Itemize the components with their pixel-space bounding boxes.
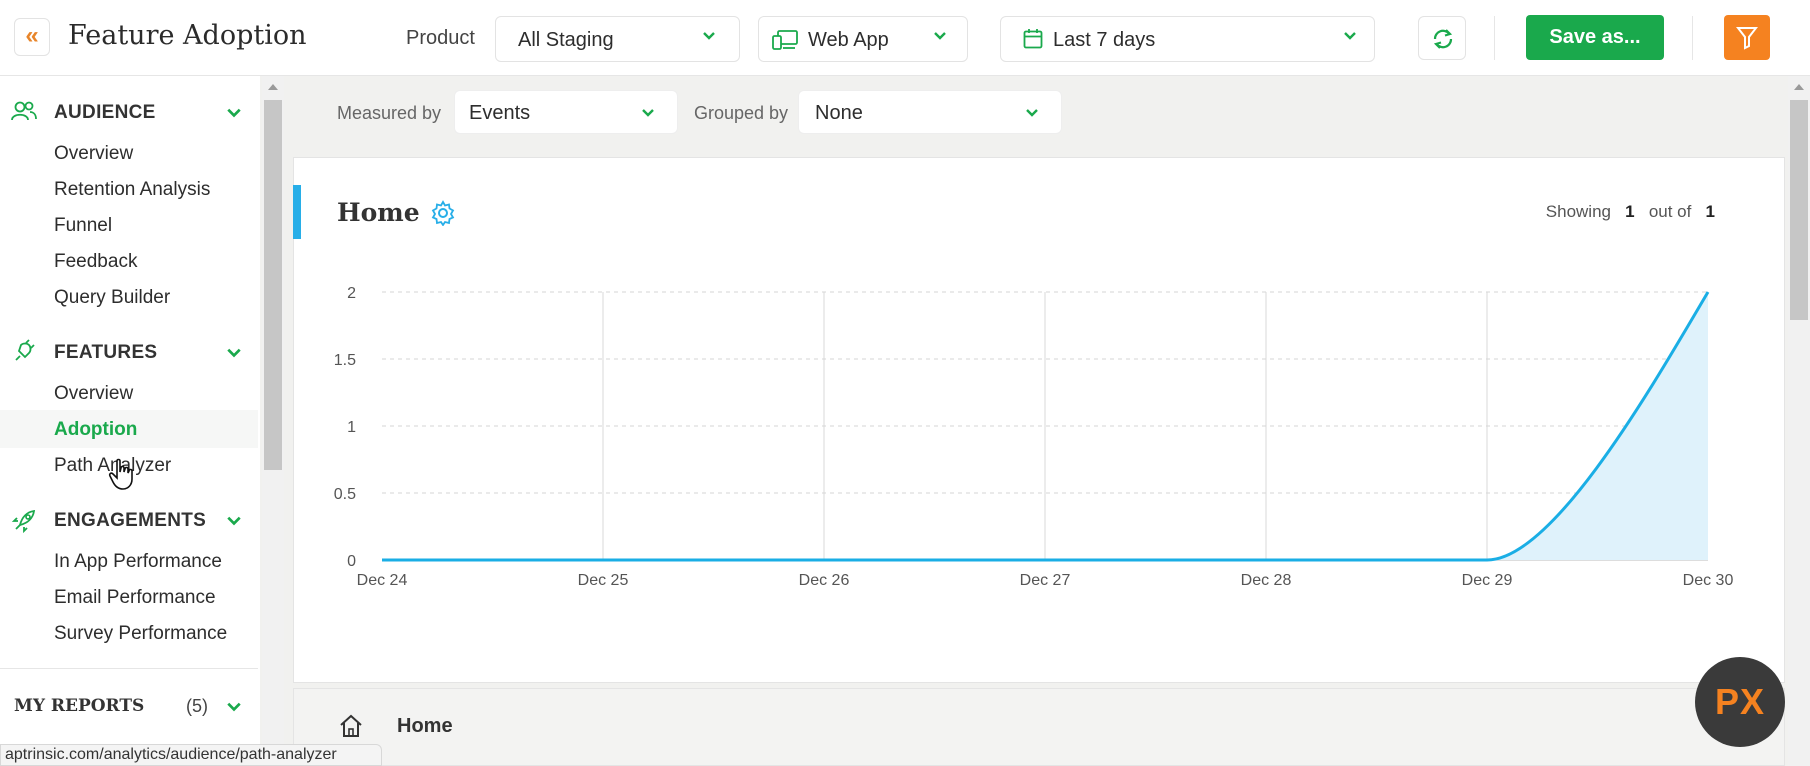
y-tick-label: 0 <box>347 553 356 570</box>
x-tick-label: Dec 27 <box>1020 572 1071 589</box>
x-tick-label: Dec 30 <box>1683 572 1734 589</box>
devices-icon <box>771 28 799 58</box>
chevron-down-icon <box>933 28 947 42</box>
grouped-by-value: None <box>815 102 863 124</box>
sidebar-item-audience-overview[interactable]: Overview <box>54 143 133 165</box>
chevron-down-icon <box>641 105 655 119</box>
rocket-icon <box>10 507 38 535</box>
y-tick-label: 2 <box>347 285 356 302</box>
chevron-down-icon <box>1025 105 1039 119</box>
product-dropdown[interactable]: All Staging <box>495 16 740 62</box>
x-tick-label: Dec 25 <box>578 572 629 589</box>
sidebar-divider <box>0 668 258 669</box>
chevron-down-icon[interactable] <box>226 512 242 528</box>
toolbar-divider <box>1692 16 1693 60</box>
status-url: aptrinsic.com/analytics/audience/path-an… <box>0 744 382 766</box>
x-tick-label: Dec 24 <box>357 572 408 589</box>
toolbar-divider <box>1494 16 1495 60</box>
app-dropdown-value: Web App <box>808 29 889 51</box>
sidebar-item-email-performance[interactable]: Email Performance <box>54 587 216 609</box>
measured-by-label: Measured by <box>337 103 442 123</box>
measured-by-dropdown[interactable]: Events <box>454 90 678 134</box>
showing-mid: out of <box>1648 202 1692 221</box>
section-audience[interactable]: AUDIENCE <box>54 102 156 124</box>
x-tick-label: Dec 26 <box>799 572 850 589</box>
chevron-down-icon[interactable] <box>226 104 242 120</box>
sidebar-scrollbar-thumb[interactable] <box>264 100 282 470</box>
app-dropdown[interactable]: Web App <box>758 16 968 62</box>
plug-icon <box>10 338 38 366</box>
collapse-sidebar-button[interactable]: « <box>14 18 50 56</box>
sidebar-item-survey-performance[interactable]: Survey Performance <box>54 623 227 645</box>
product-dropdown-value: All Staging <box>518 29 614 51</box>
home-icon <box>338 713 364 739</box>
sidebar-item-adoption[interactable]: Adoption <box>54 419 137 441</box>
sidebar-item-in-app-performance[interactable]: In App Performance <box>54 551 222 573</box>
scroll-up-arrow-icon[interactable] <box>1793 82 1805 92</box>
card-title: Home <box>337 198 420 227</box>
home-row-label: Home <box>397 715 453 737</box>
sidebar-item-query-builder[interactable]: Query Builder <box>54 287 170 309</box>
sidebar-item-retention-analysis[interactable]: Retention Analysis <box>54 179 210 201</box>
filter-icon <box>1735 26 1759 55</box>
chevron-down-icon <box>702 28 716 42</box>
product-label: Product <box>406 27 475 49</box>
y-tick-label: 1 <box>347 419 356 436</box>
save-as-button[interactable]: Save as... <box>1526 15 1664 60</box>
x-tick-label: Dec 28 <box>1241 572 1292 589</box>
showing-current: 1 <box>1625 202 1635 221</box>
home-table-row[interactable] <box>293 688 1785 766</box>
x-tick-label: Dec 29 <box>1462 572 1513 589</box>
showing-total: 1 <box>1705 202 1715 221</box>
section-engagements[interactable]: ENGAGEMENTS <box>54 510 206 532</box>
calendar-icon <box>1023 28 1043 56</box>
gear-icon[interactable] <box>430 200 456 227</box>
sidebar-item-funnel[interactable]: Funnel <box>54 215 112 237</box>
my-reports-count: (5) <box>186 696 208 716</box>
sidebar-item-features-overview[interactable]: Overview <box>54 383 133 405</box>
showing-count: Showing 1 out of 1 <box>1546 202 1715 222</box>
users-icon <box>10 98 38 126</box>
hand-cursor-icon <box>108 458 136 492</box>
chevron-down-icon[interactable] <box>226 344 242 360</box>
my-reports-heading[interactable]: MY REPORTS <box>14 696 144 716</box>
refresh-button[interactable] <box>1418 16 1466 60</box>
filter-button[interactable] <box>1724 15 1770 60</box>
chevron-down-icon <box>1343 28 1357 42</box>
page-title: Feature Adoption <box>68 20 307 51</box>
refresh-icon <box>1430 26 1456 57</box>
px-help-badge[interactable]: PX <box>1695 657 1785 747</box>
date-range-value: Last 7 days <box>1053 29 1156 51</box>
section-features[interactable]: FEATURES <box>54 342 157 364</box>
grouped-by-label: Grouped by <box>694 103 789 123</box>
chevron-down-icon[interactable] <box>226 698 242 714</box>
grouped-by-dropdown[interactable]: None <box>798 90 1062 134</box>
card-accent-bar <box>293 185 301 239</box>
y-tick-label: 0.5 <box>334 486 356 503</box>
scroll-up-arrow-icon[interactable] <box>267 82 279 92</box>
adoption-chart: 0 0.5 1 1.5 2 Dec 24 Dec 25 Dec 26 Dec 27 Dec 28 D… <box>334 285 1734 589</box>
main-scrollbar-thumb[interactable] <box>1790 100 1808 320</box>
showing-prefix: Showing <box>1545 202 1611 221</box>
measured-by-value: Events <box>469 102 531 124</box>
sidebar-item-feedback[interactable]: Feedback <box>54 251 137 273</box>
y-tick-label: 1.5 <box>334 352 356 369</box>
date-range-dropdown[interactable]: Last 7 days <box>1000 16 1375 62</box>
